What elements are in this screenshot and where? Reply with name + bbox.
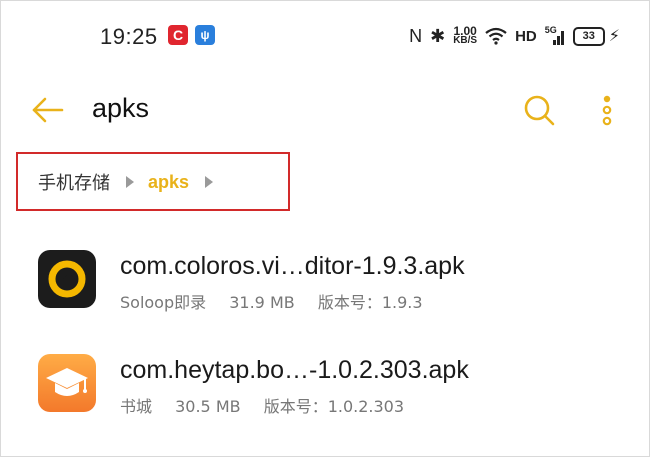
network-speed: 1.00 KB/S	[453, 25, 478, 46]
file-name: com.coloros.vi…ditor-1.9.3.apk	[120, 252, 465, 280]
usb-debug-icon: ψ	[195, 25, 215, 45]
bluetooth-icon: ✱	[430, 26, 446, 46]
file-size: 31.9 MB	[229, 293, 295, 312]
file-list-item[interactable]: com.coloros.vi…ditor-1.9.3.apk Soloop即录 …	[0, 232, 650, 332]
graduation-cap-icon	[46, 368, 88, 396]
breadcrumb-current[interactable]: apks	[148, 172, 189, 193]
network-speed-unit: KB/S	[453, 35, 478, 46]
breadcrumb: 手机存储 apks	[38, 170, 227, 194]
file-app-name: 书城	[120, 397, 153, 416]
file-version: 版本号：1.9.3	[317, 293, 423, 312]
charging-icon: ⚡	[608, 28, 620, 45]
signal-bar	[556, 36, 560, 45]
file-meta: 书城 30.5 MB 版本号：1.0.2.303	[120, 393, 422, 417]
hd-voice-icon: HD	[515, 27, 537, 45]
battery-level: 33	[582, 30, 595, 42]
search-icon[interactable]	[522, 93, 556, 127]
signal-bar	[560, 31, 564, 45]
books-app-icon	[38, 354, 96, 412]
wifi-icon	[485, 27, 507, 45]
breadcrumb-separator-icon	[205, 176, 214, 188]
battery-icon: 33	[572, 26, 605, 46]
file-size: 30.5 MB	[175, 397, 241, 416]
more-options-icon[interactable]	[596, 94, 618, 126]
file-app-name: Soloop即录	[120, 293, 207, 312]
status-bar: 19:25 C ψ Ν ✱ 1.00 KB/S HD 5G 33 ⚡	[0, 0, 650, 72]
status-time: 19:25	[100, 24, 158, 49]
breadcrumb-separator-icon	[126, 176, 134, 188]
soloop-app-icon	[38, 250, 96, 308]
cellular-signal-icon: 5G	[544, 25, 565, 45]
back-arrow-icon[interactable]	[30, 94, 66, 126]
app-bar: apks	[0, 80, 650, 140]
file-version: 版本号：1.0.2.303	[263, 397, 405, 416]
file-name: com.heytap.bo…-1.0.2.303.apk	[120, 356, 469, 384]
signal-type-label: 5G	[544, 25, 557, 35]
status-icons: Ν ✱ 1.00 KB/S HD 5G 33 ⚡	[409, 22, 620, 50]
signal-bar	[552, 40, 556, 45]
nfc-icon: Ν	[409, 26, 423, 46]
breadcrumb-root[interactable]: 手机存储	[38, 169, 110, 195]
soloop-ring-icon	[48, 260, 86, 298]
file-list-item[interactable]: com.heytap.bo…-1.0.2.303.apk 书城 30.5 MB …	[0, 336, 650, 436]
notification-c-icon: C	[168, 25, 188, 45]
file-meta: Soloop即录 31.9 MB 版本号：1.9.3	[120, 289, 441, 313]
page-title: apks	[92, 93, 150, 123]
